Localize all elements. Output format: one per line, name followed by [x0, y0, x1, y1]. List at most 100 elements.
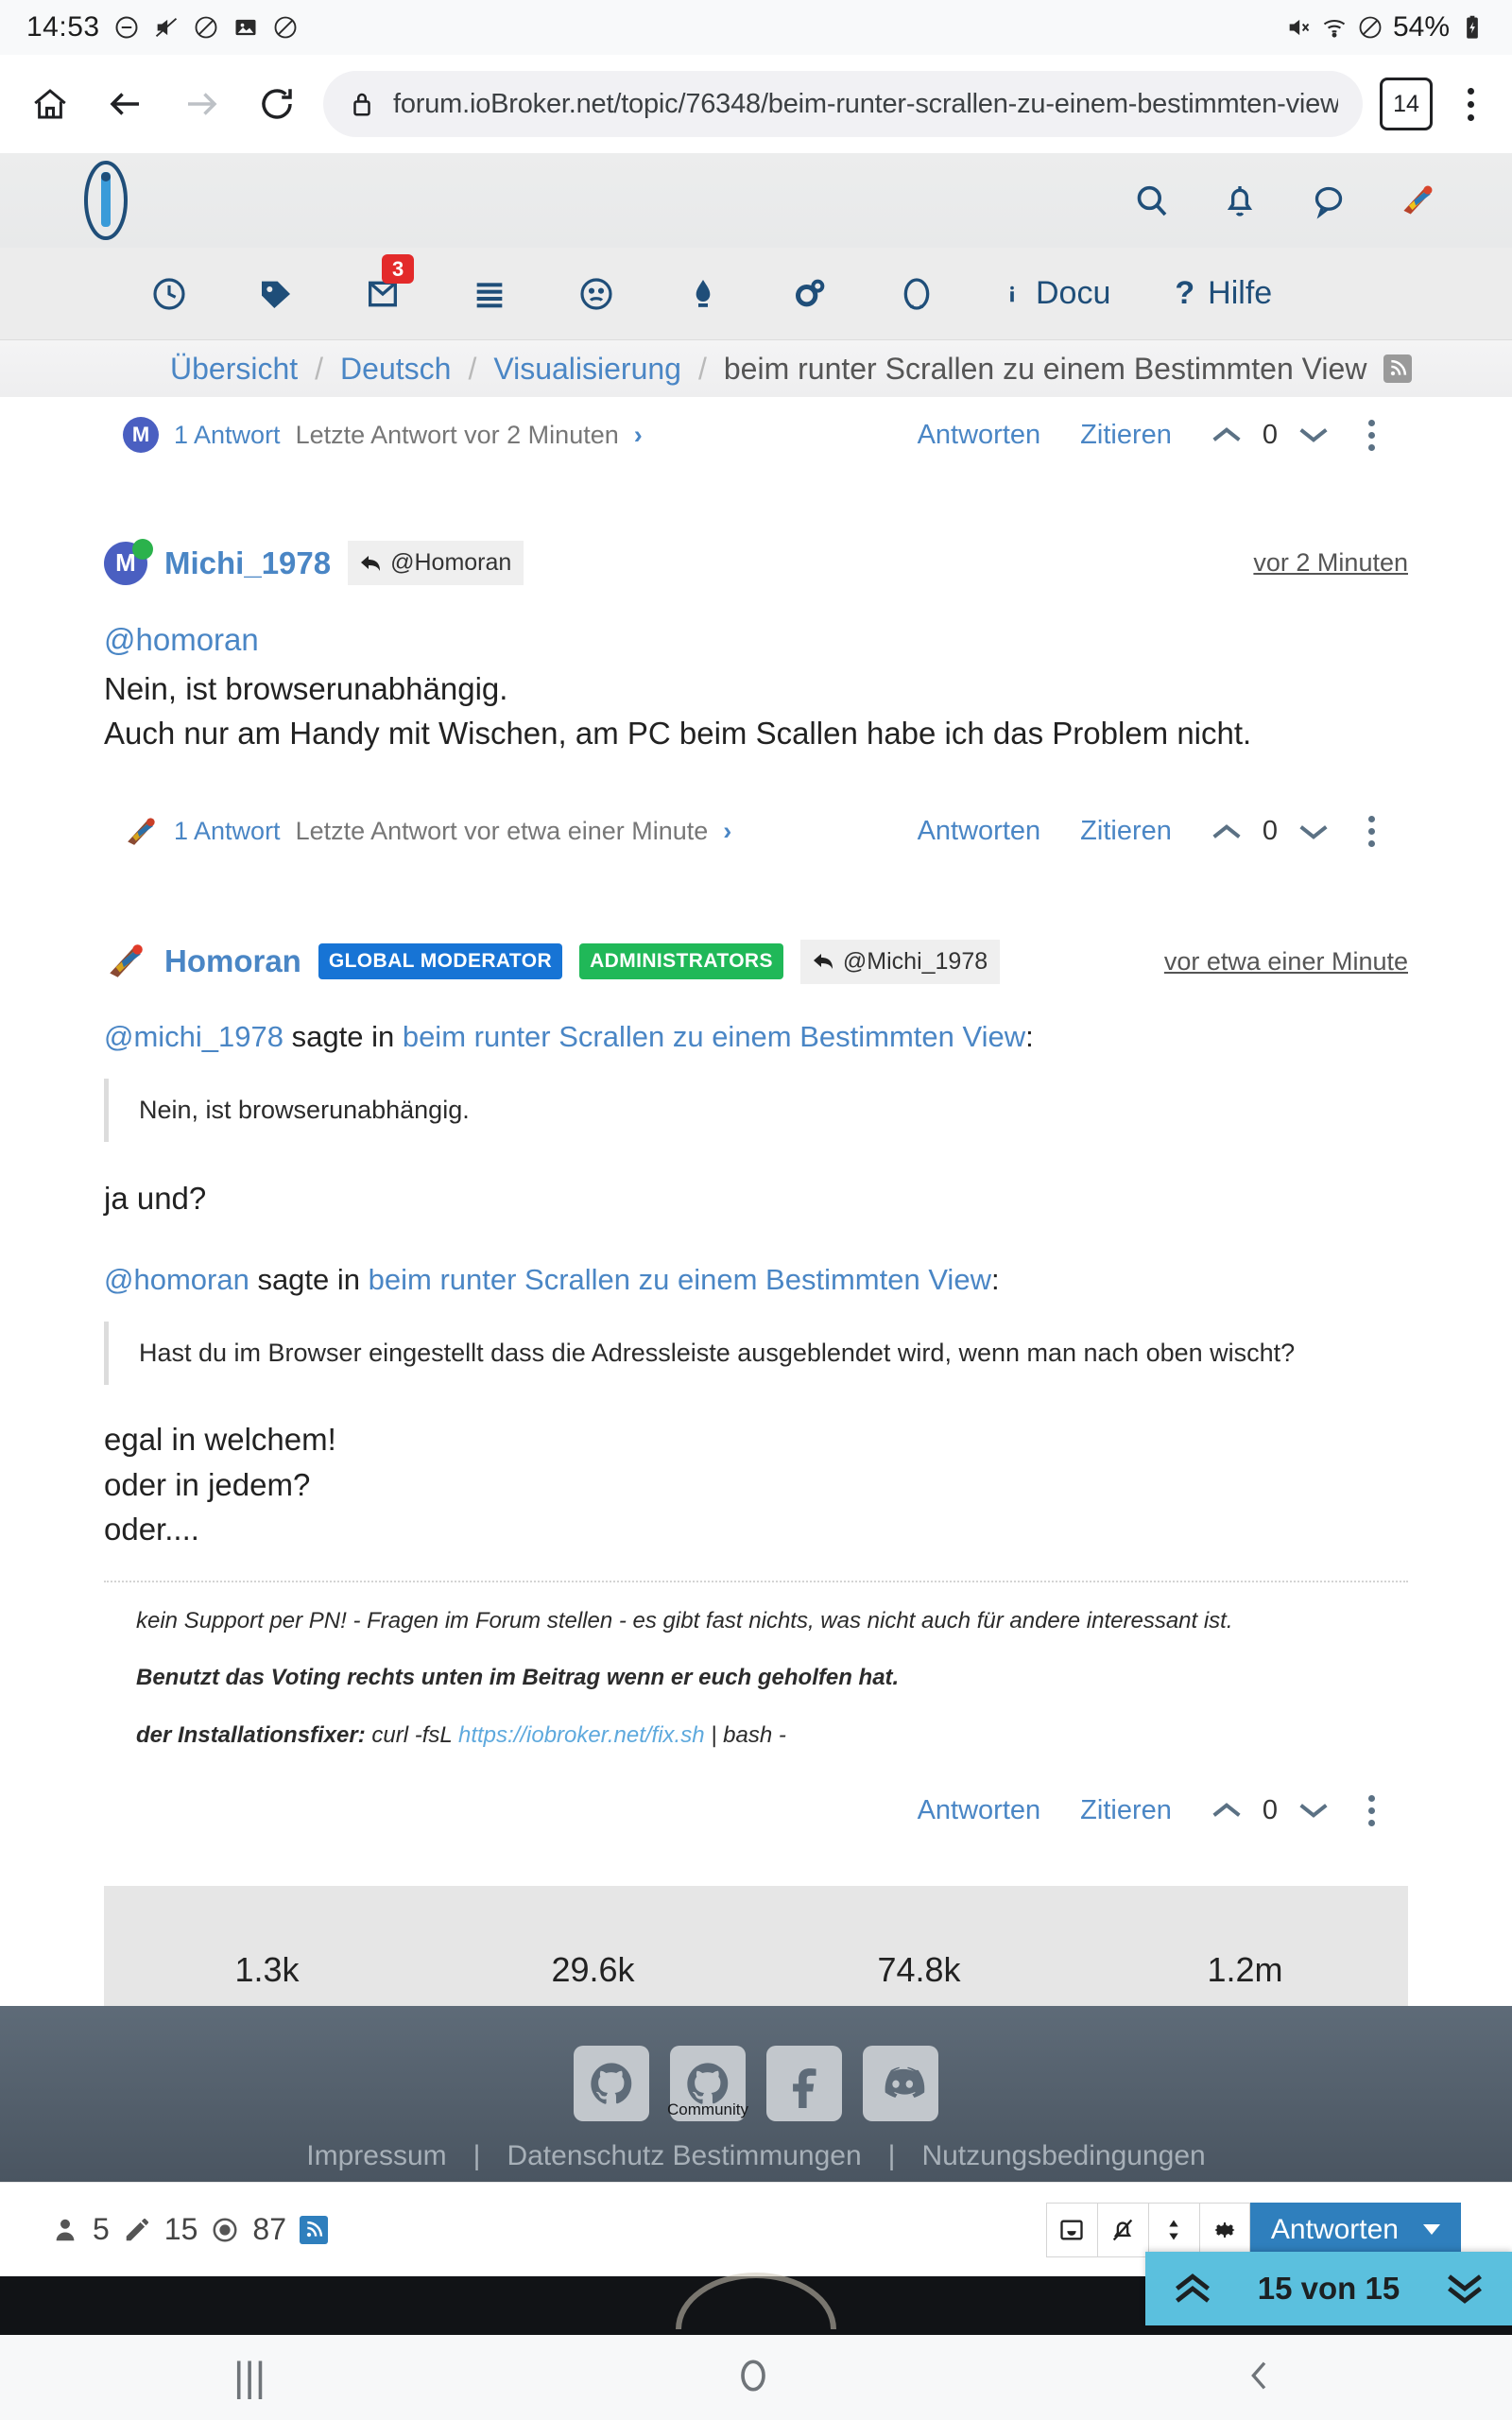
back-button[interactable]	[1241, 2357, 1279, 2399]
unsolved-icon[interactable]	[542, 275, 649, 313]
post-menu-icon-1[interactable]	[1368, 816, 1375, 847]
facebook-icon[interactable]	[766, 2046, 842, 2121]
forward-icon	[172, 75, 231, 133]
screen: 14:53	[0, 0, 1512, 2420]
post-author-name-1[interactable]: Michi_1978	[164, 545, 331, 581]
url-bar[interactable]: forum.ioBroker.net/topic/76348/beim-runt…	[323, 71, 1363, 137]
gears-icon[interactable]	[756, 275, 863, 313]
post-actions-0: Antworten Zitieren 0	[918, 420, 1375, 451]
github-community-icon[interactable]: Community	[670, 2046, 746, 2121]
breadcrumb-item-uebersicht[interactable]: Übersicht	[170, 352, 298, 387]
gear-icon[interactable]	[1199, 2203, 1250, 2257]
upvote-icon-2[interactable]	[1211, 1800, 1242, 1821]
badge-global-moderator[interactable]: GLOBAL MODERATOR	[318, 943, 562, 979]
reply-teaser-1[interactable]: 1 Antwort Letzte Antwort vor etwa einer …	[123, 814, 731, 850]
chevron-double-down-icon[interactable]	[1444, 2273, 1486, 2305]
discord-icon[interactable]	[863, 2046, 938, 2121]
user-avatar-icon[interactable]	[1399, 182, 1436, 219]
vote-count-2: 0	[1263, 1795, 1278, 1826]
footer-link-impressum[interactable]: Impressum	[306, 2140, 446, 2172]
tab-count-button[interactable]: 14	[1380, 78, 1433, 130]
github-icon[interactable]	[863, 275, 970, 313]
quote-mention-2[interactable]: @homoran	[104, 1263, 249, 1296]
social-links: Community	[574, 2046, 938, 2121]
vote-control-1: 0	[1211, 816, 1329, 847]
quote-said-2: sagte in	[249, 1263, 369, 1296]
rss-icon[interactable]	[1383, 354, 1412, 383]
github-icon[interactable]	[574, 2046, 649, 2121]
hilfe-link[interactable]: ? Hilfe	[1143, 275, 1304, 312]
quote-mention-1[interactable]: @michi_1978	[104, 1020, 284, 1053]
reply-button-1[interactable]: Antworten	[918, 816, 1041, 847]
footer-links: Impressum | Datenschutz Bestimmungen | N…	[306, 2140, 1205, 2172]
post-middle-text: ja und?	[104, 1176, 1408, 1221]
chevron-down-icon[interactable]	[1423, 2224, 1440, 2235]
home-icon[interactable]	[21, 75, 79, 133]
bell-icon[interactable]	[1221, 182, 1259, 219]
avatar[interactable]	[104, 940, 147, 983]
home-button[interactable]	[732, 2355, 774, 2401]
water-drop-icon[interactable]	[649, 275, 756, 313]
back-icon[interactable]	[96, 75, 155, 133]
screenshot-icon	[232, 14, 259, 41]
teaser-count: 1 Antwort	[174, 421, 281, 450]
chat-icon[interactable]	[1310, 182, 1348, 219]
tags-icon[interactable]	[222, 275, 329, 313]
iobroker-logo[interactable]	[76, 159, 136, 242]
post-author-area-1: M Michi_1978 @Homoran	[104, 541, 524, 585]
recent-icon[interactable]	[115, 275, 222, 313]
blockquote-1: Nein, ist browserunabhängig.	[104, 1079, 1408, 1142]
breadcrumb: Übersicht / Deutsch / Visualisierung / b…	[0, 340, 1512, 397]
site-footer: Community Impressum | Datenschutz Bestim…	[0, 2006, 1512, 2182]
upvote-icon-1[interactable]	[1211, 821, 1242, 842]
bookmark-icon[interactable]	[1046, 2203, 1097, 2257]
quote-topic-link-1[interactable]: beim runter Scrallen zu einem Bestimmten…	[403, 1020, 1025, 1053]
quote-topic-link-2[interactable]: beim runter Scrallen zu einem Bestimmten…	[369, 1263, 991, 1296]
browser-menu-icon[interactable]	[1450, 75, 1491, 133]
footer-link-datenschutz[interactable]: Datenschutz Bestimmungen	[507, 2140, 861, 2172]
reply-to-chip-2[interactable]: @Michi_1978	[800, 940, 1000, 984]
post-timestamp-1[interactable]: vor 2 Minuten	[1253, 548, 1408, 578]
post-menu-icon-0[interactable]	[1368, 420, 1375, 451]
breadcrumb-separator: /	[315, 352, 323, 387]
downvote-icon-1[interactable]	[1298, 821, 1329, 842]
post-line-2-0: egal in welchem!	[104, 1417, 1408, 1462]
homoran-avatar-icon	[123, 814, 159, 850]
downvote-icon-2[interactable]	[1298, 1800, 1329, 1821]
avatar[interactable]: M	[104, 542, 147, 585]
mute-bell-icon[interactable]	[1097, 2203, 1148, 2257]
footer-link-nutzungsbedingungen[interactable]: Nutzungsbedingungen	[921, 2140, 1205, 2172]
quote-button-0[interactable]: Zitieren	[1080, 420, 1172, 451]
downvote-icon-0[interactable]	[1298, 424, 1329, 445]
do-not-disturb-icon	[113, 14, 140, 41]
post-author-name-2[interactable]: Homoran	[164, 943, 301, 979]
search-icon[interactable]	[1132, 182, 1170, 219]
signature-fixer-link[interactable]: https://iobroker.net/fix.sh	[458, 1722, 705, 1748]
breadcrumb-item-visualisierung[interactable]: Visualisierung	[493, 352, 681, 387]
post-line-2-2: oder....	[104, 1507, 1408, 1552]
unread-icon[interactable]: 3	[329, 275, 436, 313]
mention-link-1[interactable]: @homoran	[104, 622, 259, 657]
reply-button-main[interactable]: Antworten	[1250, 2203, 1461, 2257]
reply-button-2[interactable]: Antworten	[918, 1795, 1041, 1826]
reply-teaser-0[interactable]: M 1 Antwort Letzte Antwort vor 2 Minuten…	[123, 417, 643, 453]
breadcrumb-item-deutsch[interactable]: Deutsch	[340, 352, 451, 387]
reply-button-0[interactable]: Antworten	[918, 420, 1041, 451]
reload-icon[interactable]	[248, 75, 306, 133]
quote-button-1[interactable]: Zitieren	[1080, 816, 1172, 847]
recents-button[interactable]: |||	[233, 2357, 266, 2398]
docu-link[interactable]: Docu	[970, 275, 1143, 313]
quote-button-2[interactable]: Zitieren	[1080, 1795, 1172, 1826]
topic-content: M 1 Antwort Letzte Antwort vor 2 Minuten…	[0, 397, 1512, 2174]
wifi-icon	[1321, 14, 1348, 41]
post-timestamp-2[interactable]: vor etwa einer Minute	[1164, 947, 1408, 977]
sort-icon[interactable]	[1148, 2203, 1199, 2257]
post-menu-icon-2[interactable]	[1368, 1795, 1375, 1826]
badge-administrators[interactable]: ADMINISTRATORS	[579, 943, 783, 979]
reply-to-chip-1[interactable]: @Homoran	[348, 541, 524, 585]
chevron-double-up-icon[interactable]	[1172, 2273, 1213, 2305]
topic-pagination[interactable]: 15 von 15	[1145, 2252, 1512, 2325]
upvote-icon-0[interactable]	[1211, 424, 1242, 445]
categories-icon[interactable]	[436, 275, 542, 313]
rss-icon[interactable]	[300, 2216, 328, 2244]
